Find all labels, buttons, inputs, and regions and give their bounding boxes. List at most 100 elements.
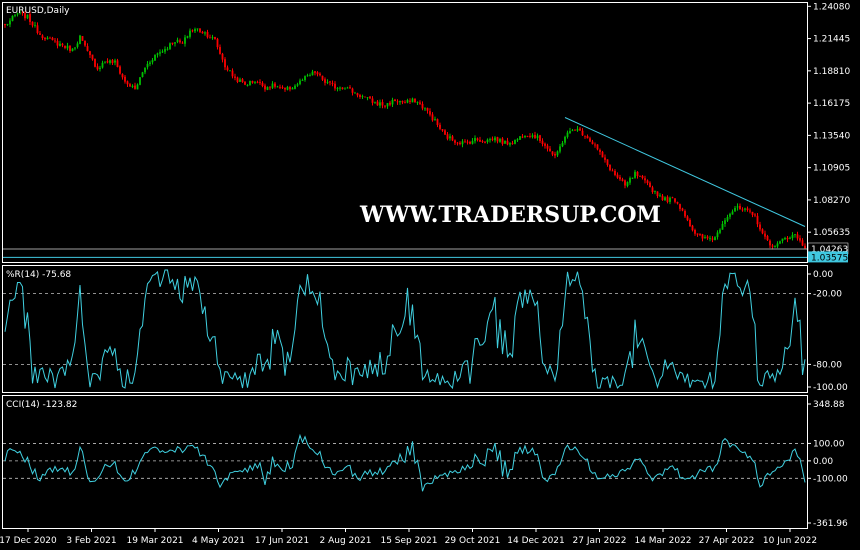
candle-body [489, 139, 491, 141]
candle-body [31, 21, 34, 26]
candle-body [664, 197, 666, 201]
candle-body [474, 137, 476, 142]
candle-body [739, 205, 741, 210]
candle-body [491, 138, 494, 140]
y-tick-label: -100.00 [813, 474, 848, 484]
candle-body [629, 178, 631, 183]
candle-body [146, 63, 149, 68]
candle-body [676, 202, 679, 204]
y-tick-label: 348.88 [813, 400, 845, 410]
candle-body [96, 66, 99, 70]
candle-body [644, 178, 646, 181]
candle-body [469, 141, 471, 144]
candle-body [684, 210, 686, 217]
candle-body [351, 88, 354, 93]
candle-body [459, 142, 461, 145]
x-tick-label: 19 Mar 2021 [126, 536, 183, 546]
x-tick-label: 27 Jan 2022 [573, 536, 627, 546]
candle-body [616, 174, 619, 178]
candle-body [361, 96, 364, 97]
candle-body [779, 241, 781, 244]
candle-body [486, 139, 489, 142]
candle-body [714, 237, 716, 241]
candle-body [509, 143, 511, 145]
candle-body [244, 81, 246, 85]
candle-body [356, 93, 359, 96]
candle-body [341, 87, 344, 90]
candle-body [91, 54, 94, 60]
candle-body [381, 102, 384, 106]
candle-body [164, 49, 166, 52]
watermark: WWW.TRADERSUP.COM [359, 202, 661, 228]
candle-body [671, 197, 674, 199]
candle-body [716, 232, 719, 238]
candle-body [789, 237, 791, 239]
candle-body [681, 208, 684, 211]
candle-body [699, 234, 701, 235]
candle-body [39, 33, 41, 35]
candle-body [264, 85, 266, 90]
candle-body [726, 217, 729, 221]
y-tick-label: 1.05635 [813, 228, 850, 238]
candle-body [301, 80, 304, 81]
candle-body [389, 102, 391, 105]
candle-body [141, 72, 144, 77]
candle-body [294, 85, 296, 89]
candle-body [556, 151, 559, 156]
candle-body [391, 99, 394, 105]
candle-body [251, 81, 254, 83]
candle-body [679, 204, 681, 209]
candle-body [406, 100, 409, 103]
candle-body [589, 138, 591, 142]
candle-body [541, 140, 544, 144]
candle-body [334, 83, 336, 89]
candle-body [174, 42, 176, 44]
candle-body [151, 60, 154, 63]
candle-body [34, 24, 36, 26]
candle-body [74, 47, 76, 49]
candle-body [634, 171, 636, 178]
candle-body [441, 129, 444, 131]
candle-body [649, 182, 651, 188]
candle-body [259, 82, 261, 84]
candle-body [139, 77, 141, 85]
candle-body [539, 135, 541, 142]
candle-body [179, 40, 181, 43]
candle-body [231, 70, 234, 77]
candle-body [744, 208, 746, 210]
candle-body [704, 237, 706, 239]
candle-body [296, 84, 299, 86]
candle-body [619, 177, 621, 180]
candle-body [176, 39, 179, 42]
y-tick-label: 1.18810 [813, 67, 850, 77]
candle-body [626, 182, 629, 186]
candle-body [229, 70, 231, 72]
candle-body [566, 132, 569, 137]
candle-body [171, 42, 174, 44]
candle-body [416, 102, 419, 103]
candle-body [331, 82, 334, 84]
candle-body [199, 28, 201, 32]
candle-body [101, 62, 104, 68]
candle-body [561, 143, 564, 147]
candle-body [304, 76, 306, 81]
candle-body [281, 87, 284, 89]
candle-body [189, 30, 191, 37]
candle-body [496, 137, 499, 142]
candle-body [646, 180, 649, 184]
candle-body [791, 234, 794, 239]
candle-body [451, 136, 454, 141]
candle-body [719, 229, 721, 233]
candle-body [756, 215, 759, 225]
candle-body [61, 43, 64, 46]
candle-body [249, 80, 251, 86]
candle-body [191, 30, 194, 32]
candle-body [426, 107, 429, 111]
candle-body [291, 88, 294, 90]
candle-body [424, 108, 426, 110]
candle-body [71, 48, 74, 52]
candle-body [471, 140, 474, 144]
candle-body [586, 136, 589, 139]
cci-label: CCI(14) -123.82 [6, 400, 77, 410]
candle-body [204, 32, 206, 34]
